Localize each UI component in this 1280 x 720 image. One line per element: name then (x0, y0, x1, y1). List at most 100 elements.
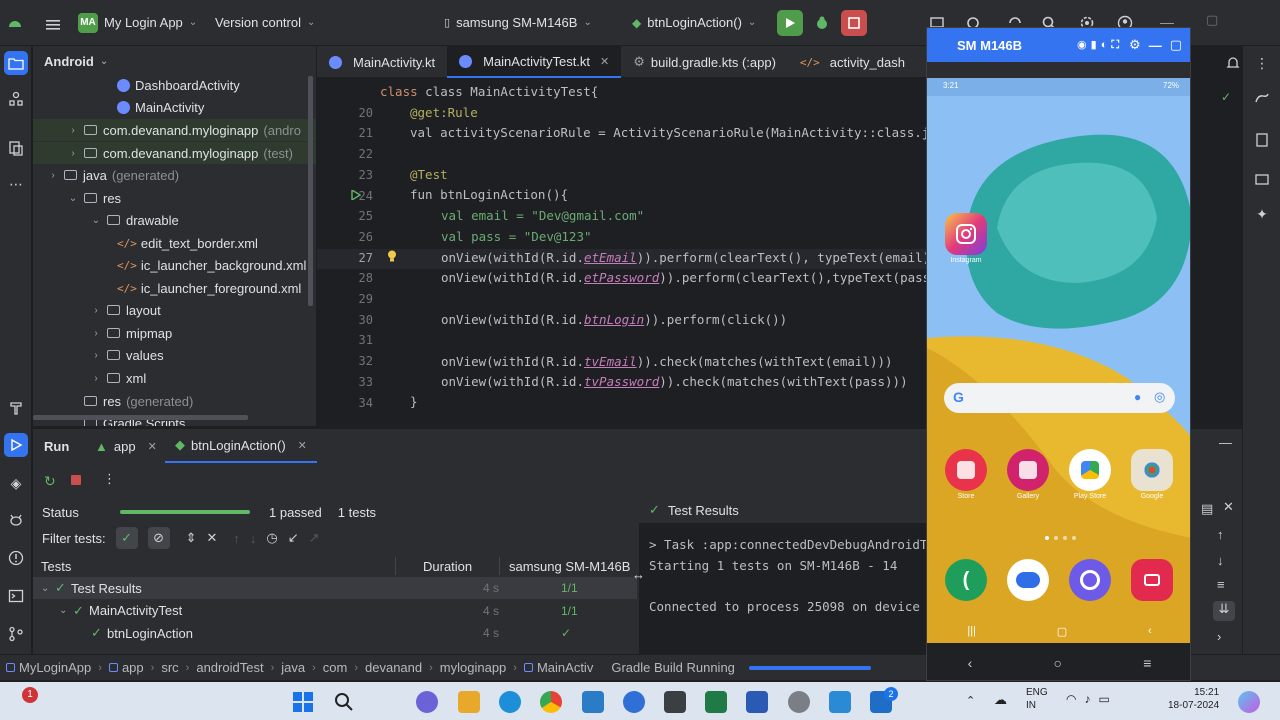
tree-item[interactable]: › com.devanand.myloginapp (test) (33, 142, 316, 164)
terminal-icon[interactable] (4, 584, 28, 608)
overview-button[interactable]: ≡ (1143, 655, 1151, 671)
tray-chevron-icon[interactable]: ⌃ (966, 694, 975, 707)
chevron-right-icon[interactable]: › (1217, 629, 1221, 644)
home-app-icon[interactable] (945, 449, 987, 491)
soft-wrap-icon[interactable]: ≡ (1217, 577, 1225, 592)
vertical-scrollbar[interactable] (308, 76, 313, 306)
project-folder-icon[interactable] (4, 51, 28, 75)
tree-item[interactable]: </> edit_text_border.xml (33, 232, 316, 254)
chevron-right-icon[interactable]: › (89, 373, 103, 384)
breadcrumb-item[interactable]: src (161, 660, 178, 675)
close-icon[interactable]: ✕ (148, 440, 157, 453)
copilot-icon[interactable] (1238, 691, 1260, 713)
excel-icon[interactable] (705, 691, 727, 713)
tree-item[interactable]: › mipmap (33, 322, 316, 344)
language-indicator[interactable]: ENG IN (1026, 686, 1048, 712)
chevron-down-icon[interactable]: ⌄ (66, 193, 80, 204)
debug-icon[interactable] (809, 10, 835, 36)
word-icon[interactable] (746, 691, 768, 713)
teams-icon[interactable] (416, 691, 438, 713)
scroll-down-icon[interactable]: ↓ (1217, 553, 1224, 568)
tree-item[interactable]: ⌄ drawable (33, 209, 316, 231)
problems-icon[interactable] (4, 546, 28, 570)
stop-button[interactable] (841, 10, 867, 36)
device-controls-icons[interactable]: ◉▮◐⛶ (1077, 38, 1123, 52)
gradle-icon[interactable] (1250, 86, 1274, 110)
more-options-icon[interactable]: ⋮ (103, 471, 116, 487)
chevron-right-icon[interactable]: › (89, 350, 103, 361)
test-row[interactable]: ⌄ ✓ MainActivityTest 4 s 1/1 (33, 600, 637, 622)
breadcrumb-item[interactable]: com (323, 660, 348, 675)
tab-run-app[interactable]: ▲ app ✕ (95, 429, 157, 463)
close-icon[interactable]: ✕ (600, 55, 609, 68)
clock[interactable]: 15:21 18-07-2024 (1168, 686, 1219, 712)
chevron-right-icon[interactable]: › (46, 170, 60, 181)
tree-item[interactable]: › layout (33, 299, 316, 321)
breadcrumb-item[interactable]: java (281, 660, 305, 675)
show-ignored-toggle[interactable]: ⊘ (147, 527, 170, 549)
layout-icon[interactable]: ▤ (1201, 501, 1213, 517)
tree-item[interactable]: DashboardActivity (33, 74, 316, 96)
scroll-up-icon[interactable]: ↑ (1217, 527, 1224, 542)
home-icon[interactable]: ▢ (1057, 625, 1067, 638)
chrome-icon[interactable] (540, 691, 562, 713)
resource-manager-icon[interactable] (4, 136, 28, 160)
ai-assistant-icon[interactable]: ✦ (1250, 202, 1274, 226)
device-manager-side-icon[interactable] (1250, 168, 1274, 192)
main-menu-icon[interactable] (40, 12, 66, 38)
store-icon[interactable] (582, 691, 604, 713)
instagram-app-icon[interactable] (945, 213, 987, 255)
tree-item[interactable]: › values (33, 344, 316, 366)
device-selector[interactable]: ▯ samsung SM-M146B ⌄ (444, 15, 592, 30)
tab-main-activity-test[interactable]: MainActivityTest.kt ✕ (447, 46, 622, 78)
collapse-all-icon[interactable]: ✕ (206, 530, 217, 546)
version-control-icon[interactable] (4, 622, 28, 646)
breadcrumb-item[interactable]: devanand (365, 660, 422, 675)
history-icon[interactable]: ◷ (266, 530, 277, 546)
lens-icon[interactable]: ◎ (1154, 389, 1165, 405)
chevron-right-icon[interactable]: › (89, 328, 103, 339)
breadcrumb-item[interactable]: app (108, 660, 144, 675)
chevron-right-icon[interactable]: › (89, 305, 103, 316)
tab-activity-dash[interactable]: </> activity_dash (788, 46, 917, 78)
edge-icon[interactable] (499, 691, 521, 713)
back-button[interactable]: ‹ (968, 655, 973, 671)
more-icon[interactable]: ⋮ (1250, 51, 1274, 75)
phone-app-icon[interactable]: ( (945, 559, 987, 601)
maximize-window-icon[interactable]: ▢ (1206, 12, 1218, 28)
export-tests-icon[interactable]: ↗ (309, 530, 320, 546)
tree-item[interactable]: </> ic_launcher_foreground.xml (33, 277, 316, 299)
chevron-down-icon[interactable]: ⌄ (41, 583, 49, 594)
chevron-down-icon[interactable]: ⌄ (89, 215, 103, 226)
show-passed-toggle[interactable]: ✓ (115, 527, 138, 549)
mic-icon[interactable]: ● (1134, 390, 1141, 404)
notifications-bell-icon[interactable] (1221, 51, 1245, 75)
minimize-icon[interactable]: — (1149, 38, 1162, 53)
next-failed-icon[interactable]: ↓ (250, 531, 257, 546)
gear-icon[interactable]: ⚙ (1129, 37, 1141, 53)
tab-run-test[interactable]: ◆ btnLoginAction() ✕ (165, 429, 317, 463)
test-row[interactable]: ✓ btnLoginAction 4 s ✓ (33, 622, 637, 644)
back-icon[interactable]: ‹ (1148, 625, 1152, 637)
expand-all-icon[interactable]: ⇕ (186, 530, 197, 546)
tree-item[interactable]: </> ic_launcher_background.xml (33, 254, 316, 276)
project-switcher[interactable]: MA My Login App ⌄ (78, 12, 197, 33)
tab-build-gradle[interactable]: ⚙ build.gradle.kts (:app) (621, 46, 788, 78)
breadcrumb-item[interactable]: androidTest (196, 660, 263, 675)
breadcrumb-item[interactable]: MainActiv (523, 660, 593, 675)
vcs-menu[interactable]: Version control ⌄ (215, 15, 315, 30)
google-search-bar[interactable]: G ● ◎ (944, 383, 1175, 413)
scroll-to-end-icon[interactable]: ⇊ (1213, 601, 1235, 621)
chevron-right-icon[interactable]: › (66, 125, 80, 136)
tab-main-activity[interactable]: MainActivity.kt (317, 46, 447, 78)
home-app-icon[interactable] (1007, 449, 1049, 491)
windows-start-icon[interactable] (292, 691, 314, 713)
lightbulb-icon[interactable] (387, 250, 397, 262)
home-button[interactable]: ○ (1054, 655, 1062, 671)
notepad-icon[interactable] (829, 691, 851, 713)
test-row[interactable]: ⌄ ✓ Test Results 4 s 1/1 (33, 577, 637, 599)
minimize-panel-icon[interactable]: — (1219, 435, 1232, 450)
rerun-icon[interactable]: ↻ (44, 473, 56, 490)
maximize-icon[interactable]: ▢ (1170, 37, 1182, 53)
home-app-icon[interactable] (1069, 449, 1111, 491)
